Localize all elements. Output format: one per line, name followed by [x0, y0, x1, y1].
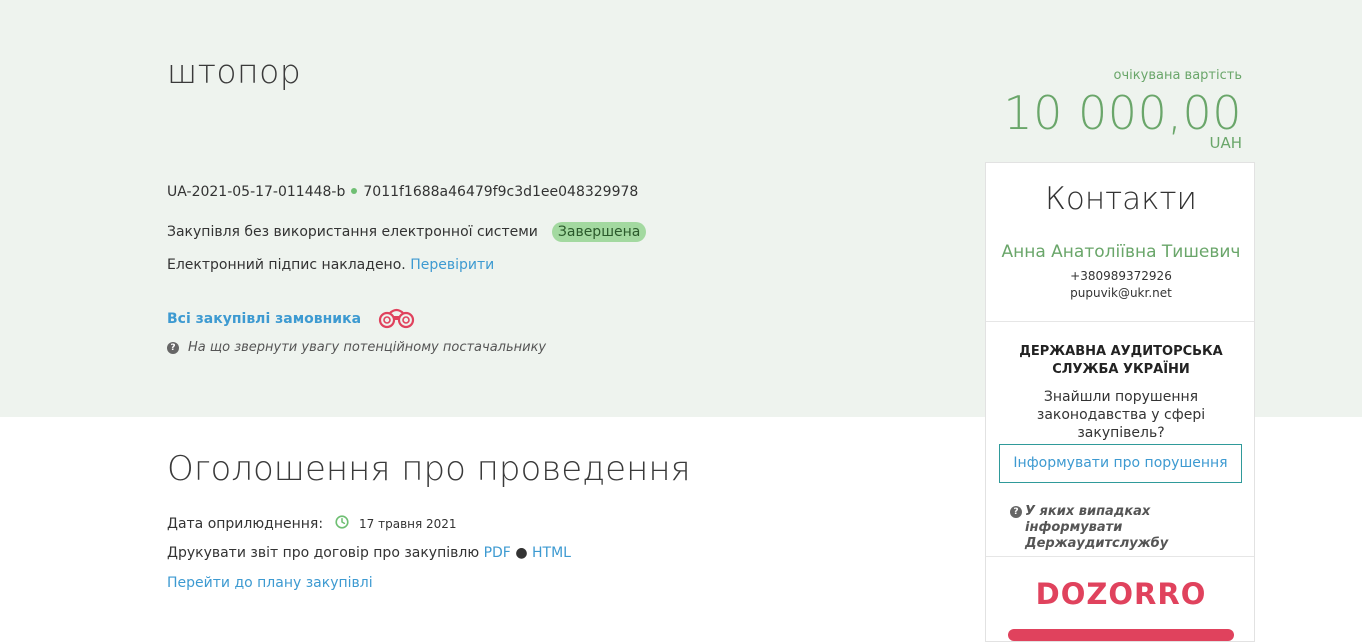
- announcement-title: Оголошення про проведення: [167, 449, 691, 489]
- procedure-status-line: Закупівля без використання електронної с…: [167, 222, 647, 242]
- publication-date-label: Дата оприлюднення:: [167, 516, 324, 532]
- clock-icon: [335, 515, 349, 533]
- expected-value-label: очікувана вартість: [1113, 68, 1242, 83]
- tender-hash: 7011f1688a46479f9c3d1ee048329978: [363, 184, 639, 200]
- dozorro-logo-text: DOZORRO: [1035, 577, 1207, 611]
- attention-row: ? На що звернути увагу потенційному пост…: [167, 340, 546, 355]
- contact-phone: +380989372926: [1070, 269, 1172, 283]
- dozorro-button[interactable]: [1008, 629, 1234, 641]
- contact-name: Анна Анатоліївна Тишевич: [1001, 242, 1241, 262]
- signature-line: Електронний підпис накладено. Перевірити: [167, 257, 494, 273]
- separator-dot: ●: [515, 545, 528, 561]
- procurement-plan-link[interactable]: Перейти до плану закупівлі: [167, 575, 373, 591]
- contacts-title: Контакти: [1045, 181, 1197, 217]
- print-pdf-link[interactable]: PDF: [484, 545, 511, 561]
- procedure-type: Закупівля без використання електронної с…: [167, 224, 538, 240]
- audit-service-title: ДЕРЖАВНА АУДИТОРСЬКА СЛУЖБА УКРАЇНИ: [1019, 344, 1223, 377]
- audit-question: Знайшли порушення законодавства у сфері …: [1036, 389, 1206, 441]
- procurement-plan-row: Перейти до плану закупівлі: [167, 575, 373, 591]
- status-badge: Завершена: [551, 222, 647, 242]
- divider: [986, 556, 1254, 557]
- attention-link[interactable]: На що звернути увагу потенційному постач…: [188, 340, 546, 355]
- audit-help-row: ? У яких випадках інформувати Держаудитс…: [1010, 504, 1240, 552]
- publication-date-row: Дата оприлюднення: 17 травня 2021: [167, 515, 457, 533]
- separator-dot: [351, 188, 358, 194]
- publication-date: 17 травня 2021: [359, 517, 457, 531]
- contacts-sidebar: Контакти Анна Анатоліївна Тишевич +38098…: [985, 162, 1255, 642]
- tender-id: UA-2021-05-17-011448-b: [167, 184, 346, 200]
- all-purchases-row: Всі закупівлі замовника: [167, 305, 417, 333]
- signature-text: Електронний підпис накладено.: [167, 257, 406, 273]
- contact-email: pupuvik@ukr.net: [1070, 286, 1172, 300]
- expected-value-amount: 10 000,00: [1003, 86, 1242, 140]
- expected-value-currency: UAH: [1209, 134, 1242, 152]
- dozorro-logo[interactable]: DOZORRO: [986, 577, 1256, 611]
- audit-help-link[interactable]: У яких випадках інформувати Держаудитслу…: [1010, 504, 1240, 552]
- question-icon: ?: [167, 341, 179, 354]
- print-report-text: Друкувати звіт про договір про закупівлю: [167, 545, 480, 561]
- tender-title: штопор: [167, 52, 302, 91]
- question-icon: ?: [1010, 506, 1022, 518]
- print-report-row: Друкувати звіт про договір про закупівлю…: [167, 545, 571, 561]
- inform-violation-button[interactable]: Інформувати про порушення: [999, 444, 1242, 483]
- verify-signature-link[interactable]: Перевірити: [410, 257, 494, 273]
- print-html-link[interactable]: HTML: [532, 545, 571, 561]
- binoculars-icon[interactable]: [377, 307, 417, 333]
- all-purchases-link[interactable]: Всі закупівлі замовника: [167, 311, 361, 327]
- divider: [986, 321, 1254, 322]
- tender-id-line: UA-2021-05-17-011448-b 7011f1688a46479f9c…: [167, 184, 638, 200]
